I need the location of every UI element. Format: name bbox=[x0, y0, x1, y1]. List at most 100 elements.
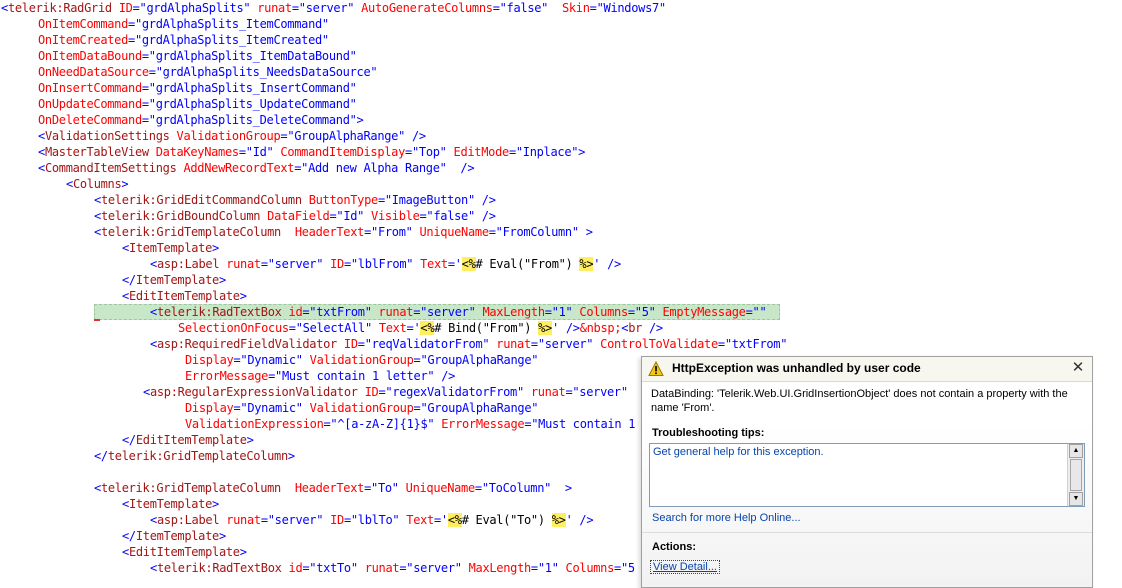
code-line[interactable]: <asp:Label runat="server" ID="lblTo" Tex… bbox=[0, 512, 594, 528]
code-line[interactable]: OnItemCreated="grdAlphaSplits_ItemCreate… bbox=[0, 32, 329, 48]
code-token: ErrorMessage bbox=[434, 417, 525, 431]
dialog-divider bbox=[642, 532, 1092, 533]
code-line[interactable]: <telerik:GridTemplateColumn HeaderText="… bbox=[0, 224, 593, 240]
code-token: ="regexValidatorFrom" bbox=[378, 385, 524, 399]
code-token: MaxLength bbox=[461, 561, 532, 575]
code-token: AutoGenerateColumns bbox=[354, 1, 493, 15]
code-token: ButtonType bbox=[301, 193, 379, 207]
code-token: </ bbox=[122, 273, 136, 287]
code-token: < bbox=[122, 289, 129, 303]
code-token: <% bbox=[461, 257, 476, 271]
search-help-online-link[interactable]: Search for more Help Online... bbox=[652, 512, 801, 524]
code-token: UniqueName bbox=[398, 481, 476, 495]
code-line[interactable]: <asp:RegularExpressionValidator ID="rege… bbox=[0, 384, 628, 400]
dialog-header: HttpException was unhandled by user code… bbox=[642, 357, 1092, 382]
code-line[interactable]: </ItemTemplate> bbox=[0, 272, 226, 288]
code-token: </ bbox=[122, 433, 136, 447]
code-token: ="grdAlphaSplits_ItemDataBound" bbox=[141, 49, 357, 63]
general-help-link[interactable]: Get general help for this exception. bbox=[653, 446, 824, 458]
code-token: EditItemTemplate bbox=[135, 433, 247, 447]
code-token: CommandItemDisplay bbox=[273, 145, 406, 159]
code-line[interactable]: SelectionOnFocus="SelectAll" Text='<%# B… bbox=[0, 320, 663, 336]
code-line[interactable]: Display="Dynamic" ValidationGroup="Group… bbox=[0, 400, 538, 416]
code-line[interactable]: <EditItemTemplate> bbox=[0, 544, 247, 560]
code-token: ="grdAlphaSplits_NeedsDataSource" bbox=[148, 65, 378, 79]
code-token: MaxLength bbox=[475, 305, 545, 319]
code-line[interactable]: <telerik:RadTextBox id="txtTo" runat="se… bbox=[0, 560, 635, 576]
code-line[interactable]: <telerik:GridBoundColumn DataField="Id" … bbox=[0, 208, 496, 224]
code-token: ="txtFrom" bbox=[302, 305, 372, 319]
code-token: < bbox=[94, 193, 101, 207]
code-token: ="server" bbox=[565, 385, 628, 399]
code-token: runat bbox=[523, 385, 566, 399]
code-token: < bbox=[94, 209, 101, 223]
scroll-up-arrow-icon[interactable]: ▲ bbox=[1069, 444, 1083, 458]
code-line[interactable]: OnDeleteCommand="grdAlphaSplits_DeleteCo… bbox=[0, 112, 364, 128]
code-line[interactable]: <telerik:GridTemplateColumn HeaderText="… bbox=[0, 480, 572, 496]
code-line[interactable]: <telerik:GridEditCommandColumn ButtonTyp… bbox=[0, 192, 496, 208]
code-line[interactable]: </ItemTemplate> bbox=[0, 528, 226, 544]
dialog-title: HttpException was unhandled by user code bbox=[672, 361, 921, 375]
code-token: ="GroupAlphaRange" bbox=[413, 353, 539, 367]
code-line[interactable]: <asp:RequiredFieldValidator ID="reqValid… bbox=[0, 336, 787, 352]
code-token: telerik:RadTextBox bbox=[156, 305, 282, 319]
code-token: telerik:GridTemplateColumn bbox=[100, 481, 281, 495]
code-line[interactable]: ErrorMessage="Must contain 1 letter" /> bbox=[0, 368, 455, 384]
code-line[interactable]: </EditItemTemplate> bbox=[0, 432, 254, 448]
code-token: HeaderText bbox=[280, 481, 365, 495]
code-line[interactable]: <ItemTemplate> bbox=[0, 240, 219, 256]
code-token: ValidationExpression bbox=[185, 417, 324, 431]
code-line[interactable]: <CommandItemSettings AddNewRecordText="A… bbox=[0, 160, 475, 176]
close-button[interactable]: ✕ bbox=[1070, 359, 1086, 377]
code-token: ="Dynamic" bbox=[233, 353, 303, 367]
code-line[interactable]: <asp:Label runat="server" ID="lblFrom" T… bbox=[0, 256, 621, 272]
exception-assistant-dialog: HttpException was unhandled by user code… bbox=[641, 356, 1093, 588]
code-line[interactable]: <EditItemTemplate> bbox=[0, 288, 247, 304]
code-token: OnDeleteCommand bbox=[38, 113, 142, 127]
code-token: ="Inplace"> bbox=[508, 145, 586, 159]
code-token: ="grdAlphaSplits_ItemCreated" bbox=[128, 33, 329, 47]
code-token: %> bbox=[579, 257, 594, 271]
scroll-thumb[interactable] bbox=[1070, 459, 1082, 491]
code-line[interactable]: <Columns> bbox=[0, 176, 129, 192]
code-token: ="1" bbox=[530, 561, 559, 575]
code-token: ="SelectAll" bbox=[288, 321, 372, 335]
code-token: Display bbox=[185, 401, 234, 415]
code-token: ="From" bbox=[364, 225, 413, 239]
code-token: AddNewRecordText bbox=[176, 161, 295, 175]
code-line[interactable]: <MasterTableView DataKeyNames="Id" Comma… bbox=[0, 144, 585, 160]
code-line[interactable]: OnItemDataBound="grdAlphaSplits_ItemData… bbox=[0, 48, 357, 64]
code-token: EditMode bbox=[446, 145, 510, 159]
code-token: ID bbox=[336, 337, 358, 351]
code-line[interactable]: OnNeedDataSource="grdAlphaSplits_NeedsDa… bbox=[0, 64, 378, 80]
code-line[interactable]: <telerik:RadTextBox id="txtFrom" runat="… bbox=[0, 304, 781, 320]
code-line[interactable]: <ValidationSettings ValidationGroup="Gro… bbox=[0, 128, 426, 144]
code-line[interactable]: OnInsertCommand="grdAlphaSplits_InsertCo… bbox=[0, 80, 357, 96]
code-token: ="grdAlphaSplits_UpdateCommand" bbox=[141, 97, 357, 111]
code-token: br bbox=[628, 321, 643, 335]
view-detail-link[interactable]: View Detail... bbox=[650, 560, 720, 574]
tips-scrollbar[interactable]: ▲ ▼ bbox=[1067, 444, 1084, 506]
code-token: ="false" bbox=[492, 1, 549, 15]
code-line[interactable]: Display="Dynamic" ValidationGroup="Group… bbox=[0, 352, 538, 368]
code-token: telerik:RadTextBox bbox=[156, 561, 282, 575]
warning-icon bbox=[648, 361, 664, 376]
code-token: < bbox=[38, 129, 45, 143]
code-line[interactable]: <ItemTemplate> bbox=[0, 496, 219, 512]
code-token: ItemTemplate bbox=[128, 497, 213, 511]
code-line[interactable]: <telerik:RadGrid ID="grdAlphaSplits" run… bbox=[0, 0, 666, 16]
code-line[interactable]: </telerik:GridTemplateColumn> bbox=[0, 448, 295, 464]
troubleshooting-tips-list[interactable]: Get general help for this exception. ▲ ▼ bbox=[649, 443, 1085, 507]
code-line[interactable]: ValidationExpression="^[a-zA-Z]{1}$" Err… bbox=[0, 416, 635, 432]
code-token: ="grdAlphaSplits_InsertCommand" bbox=[141, 81, 357, 95]
code-token: telerik:GridTemplateColumn bbox=[107, 449, 288, 463]
code-line[interactable]: OnItemCommand="grdAlphaSplits_ItemComman… bbox=[0, 16, 329, 32]
code-token: ID bbox=[323, 513, 344, 527]
code-token: HeaderText bbox=[280, 225, 365, 239]
code-line[interactable]: OnUpdateCommand="grdAlphaSplits_UpdateCo… bbox=[0, 96, 357, 112]
code-token: ValidationSettings bbox=[44, 129, 170, 143]
code-token: ="Add new Alpha Range" /> bbox=[294, 161, 475, 175]
scroll-down-arrow-icon[interactable]: ▼ bbox=[1069, 492, 1083, 506]
code-token: OnItemCommand bbox=[38, 17, 129, 31]
code-token: OnItemDataBound bbox=[38, 49, 142, 63]
